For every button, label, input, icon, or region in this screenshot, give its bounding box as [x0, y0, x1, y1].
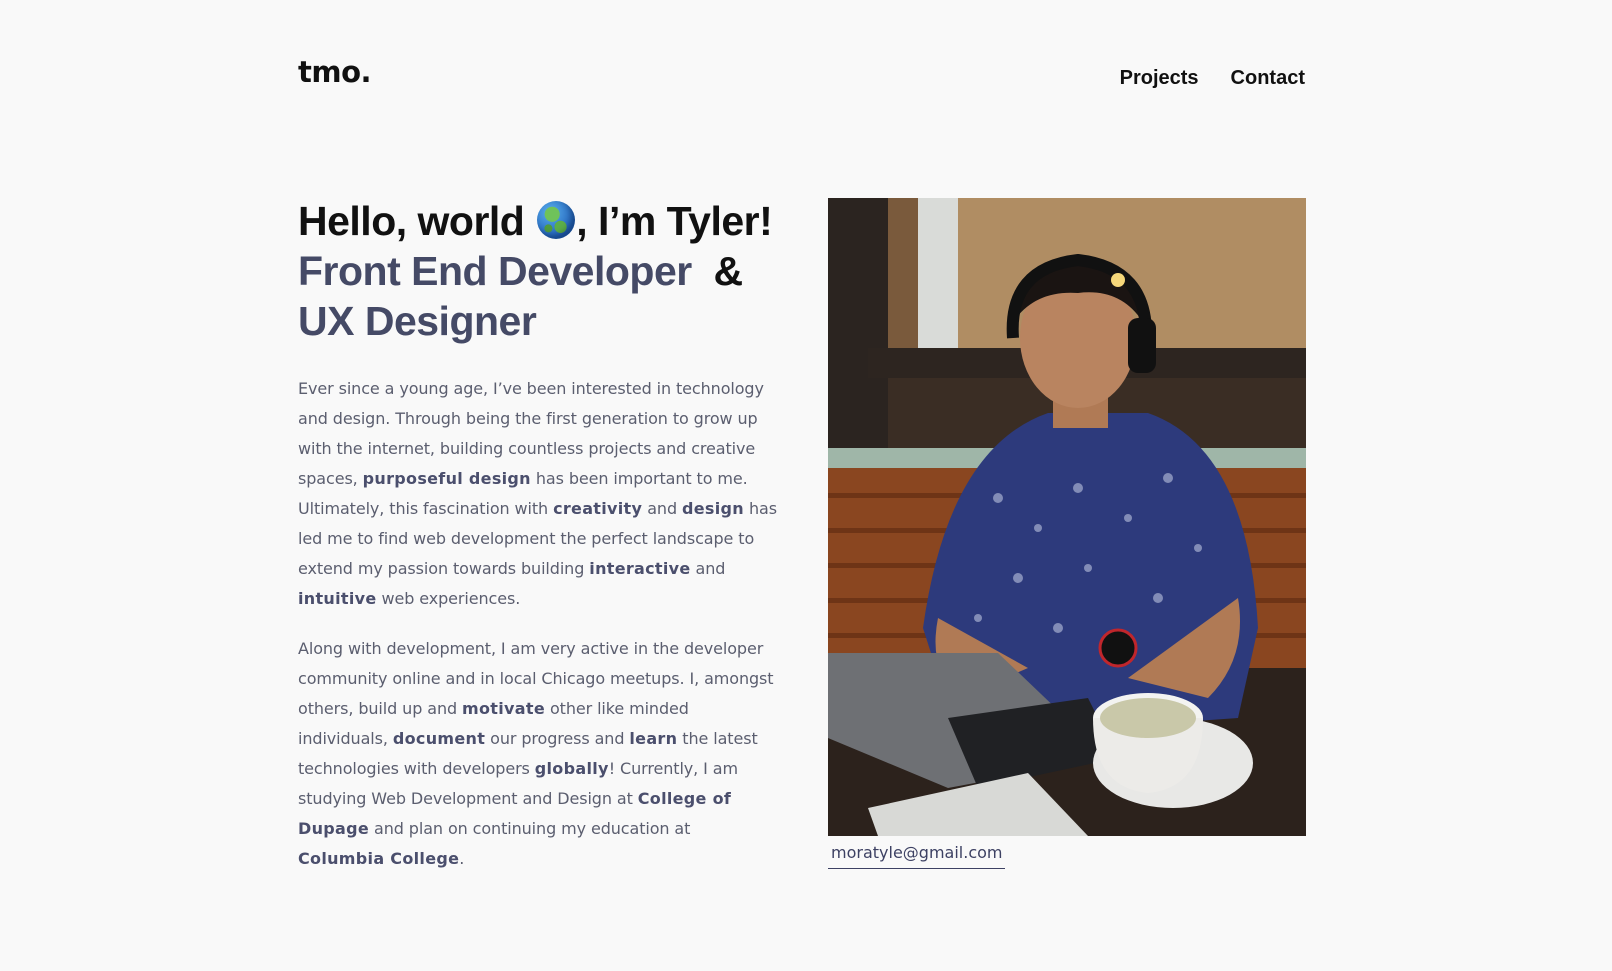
globe-icon [537, 201, 576, 239]
greeting-text: Hello, world [298, 198, 525, 244]
email-link[interactable]: moratyle@gmail.com [828, 840, 1006, 869]
profile-photo-illustration [828, 198, 1306, 836]
emphasis-text: interactive [589, 559, 691, 578]
bio-text: . [459, 849, 465, 868]
emphasis-text: creativity [553, 499, 643, 518]
emphasis-text: Columbia College [298, 849, 460, 868]
bio-text: web experiences. [376, 589, 521, 608]
intro-section: Hello, world , I’m Tyler! Front End Deve… [298, 196, 778, 894]
bio-text: and [642, 499, 683, 518]
bio-paragraph-2: Along with development, I am very active… [298, 634, 778, 874]
nav-link-projects[interactable]: Projects [1120, 66, 1199, 90]
page-headline: Hello, world , I’m Tyler! Front End Deve… [298, 196, 778, 346]
site-logo[interactable]: tmo. [298, 58, 372, 87]
bio-text: and [690, 559, 726, 578]
emphasis-text: learn [629, 729, 678, 748]
emphasis-text: design [682, 499, 744, 518]
bio-text: and plan on continuing my education at [369, 819, 691, 838]
emphasis-text: purposeful design [362, 469, 531, 488]
role-ux-designer: UX Designer [298, 298, 537, 344]
emphasis-text: document [392, 729, 486, 748]
profile-photo [828, 198, 1306, 836]
nav-link-contact[interactable]: Contact [1231, 66, 1305, 90]
emphasis-text: globally [534, 759, 609, 778]
bio-paragraph-1: Ever since a young age, I’ve been intere… [298, 374, 778, 614]
role-front-end: Front End Developer [298, 248, 692, 294]
role-ampersand: & [713, 248, 744, 294]
emphasis-text: intuitive [298, 589, 377, 608]
greeting-name-text: , I’m Tyler! [576, 198, 773, 244]
main-nav: Projects Contact [1120, 66, 1305, 90]
emphasis-text: motivate [462, 699, 545, 718]
bio-text: our progress and [485, 729, 630, 748]
